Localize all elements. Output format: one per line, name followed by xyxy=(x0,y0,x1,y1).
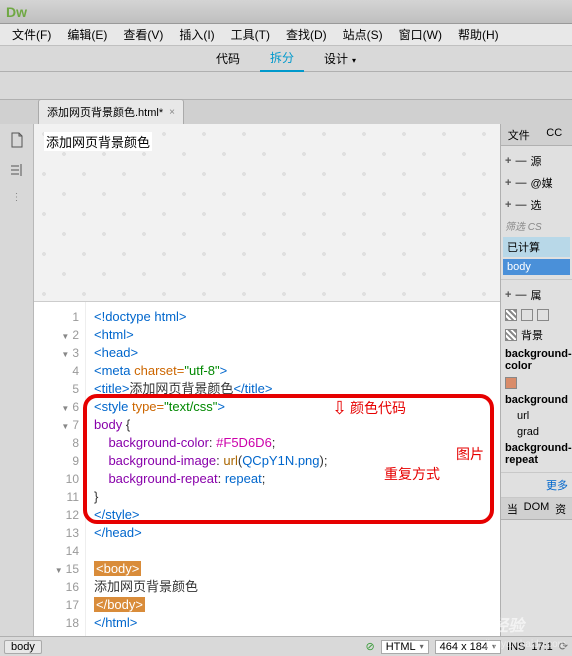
menu-file[interactable]: 文件(F) xyxy=(4,24,59,45)
sb-ins[interactable]: INS xyxy=(507,641,525,653)
bottom-panel-tabs: 当 DOM 资 xyxy=(501,498,572,520)
menu-window[interactable]: 窗口(W) xyxy=(391,24,450,45)
sb-dims-select[interactable]: 464 x 184 xyxy=(435,640,501,654)
prop-bgrepeat[interactable]: background-repeat xyxy=(503,440,570,468)
statusbar: body ⊘ HTML 464 x 184 INS 17:1 ⟳ xyxy=(0,636,572,656)
live-preview[interactable]: 添加网页背景颜色 xyxy=(34,124,500,302)
code-line[interactable]: background-image: url(QCpY1N.png); xyxy=(94,452,500,470)
preview-text: 添加网页背景颜色 xyxy=(44,132,152,151)
bg-row[interactable]: 背景 xyxy=(503,324,570,346)
code-line[interactable]: background-color: #F5D6D6; xyxy=(94,434,500,452)
tab-cc[interactable]: CC xyxy=(537,124,572,145)
btab-current[interactable]: 当 xyxy=(501,498,524,519)
code-line[interactable]: <head> xyxy=(94,344,500,362)
settings-icon[interactable] xyxy=(9,162,25,178)
swatch-hatch-icon[interactable] xyxy=(505,309,517,321)
code-line[interactable]: </html> xyxy=(94,614,500,632)
code-line[interactable]: <!doctype html> xyxy=(94,308,500,326)
code-line[interactable]: <style type="text/css"> xyxy=(94,398,500,416)
filter-label: 筛选 CS xyxy=(503,216,570,235)
swatch-empty-icon[interactable] xyxy=(537,309,549,321)
panel-row-select[interactable]: +—选 xyxy=(503,194,570,216)
code-line[interactable]: <body> xyxy=(94,560,500,578)
editor-area: 添加网页背景颜色 123456789101112131415161718 ⇩ 颜… xyxy=(34,124,500,636)
code-line[interactable]: <meta charset="utf-8"> xyxy=(94,362,500,380)
code-line[interactable]: <html> xyxy=(94,326,500,344)
panel-row-media[interactable]: +—@媒 xyxy=(503,172,570,194)
body-selector[interactable]: body xyxy=(503,259,570,275)
code-line[interactable]: background-repeat: repeat; xyxy=(94,470,500,488)
code-line[interactable]: </style> xyxy=(94,506,500,524)
tab-area: 添加网页背景颜色.html* × xyxy=(0,100,572,124)
rail-dots[interactable]: ⋮ xyxy=(12,192,22,203)
panel-row-source[interactable]: +—源 xyxy=(503,150,570,172)
titlebar: Dw xyxy=(0,0,572,24)
code-line[interactable]: } xyxy=(94,488,500,506)
sb-element-tag[interactable]: body xyxy=(4,640,42,654)
computed-label[interactable]: 已计算 xyxy=(503,237,570,257)
menu-view[interactable]: 查看(V) xyxy=(115,24,171,45)
prop-grad[interactable]: grad xyxy=(503,424,570,440)
app-logo: Dw xyxy=(6,4,27,20)
prop-url[interactable]: url xyxy=(503,408,570,424)
panel-tabs: 文件 CC xyxy=(501,124,572,146)
check-icon[interactable]: ⊘ xyxy=(365,640,374,653)
code-lines[interactable]: ⇩ 颜色代码 图片 重复方式 <!doctype html><html><hea… xyxy=(86,302,500,636)
line-gutter: 123456789101112131415161718 xyxy=(34,302,86,636)
sync-icon[interactable]: ⟳ xyxy=(559,640,568,653)
close-icon[interactable]: × xyxy=(169,107,175,118)
view-code[interactable]: 代码 xyxy=(206,46,250,71)
sb-cursor-pos: 17:1 xyxy=(531,641,552,653)
view-design[interactable]: 设计 xyxy=(314,46,366,71)
code-line[interactable]: <title>添加网页背景颜色</title> xyxy=(94,380,500,398)
plus-icon: + xyxy=(505,177,511,189)
code-line[interactable]: </head> xyxy=(94,524,500,542)
menu-find[interactable]: 查找(D) xyxy=(278,24,335,45)
tab-files[interactable]: 文件 xyxy=(501,124,537,145)
viewbar: 代码 拆分 设计 xyxy=(0,46,572,72)
more-link[interactable]: 更多 xyxy=(546,480,568,492)
code-line[interactable] xyxy=(94,542,500,560)
file-icon[interactable] xyxy=(9,132,25,148)
toolbar xyxy=(0,72,572,100)
plus-icon: + xyxy=(505,199,511,211)
menu-tools[interactable]: 工具(T) xyxy=(223,24,278,45)
plus-icon: + xyxy=(505,155,511,167)
sb-lang-select[interactable]: HTML xyxy=(381,640,429,654)
menu-help[interactable]: 帮助(H) xyxy=(450,24,507,45)
right-panel: 文件 CC +—源 +—@媒 +—选 筛选 CS 已计算 body +—属 背景… xyxy=(500,124,572,636)
left-tool-rail: ⋮ xyxy=(0,124,34,636)
menu-insert[interactable]: 插入(I) xyxy=(171,24,222,45)
menu-site[interactable]: 站点(S) xyxy=(335,24,391,45)
prop-bgcolor[interactable]: background-color xyxy=(503,346,570,374)
swatch-icon xyxy=(505,329,517,341)
props-header: +—属 xyxy=(503,284,570,306)
code-view[interactable]: 123456789101112131415161718 ⇩ 颜色代码 图片 重复… xyxy=(34,302,500,636)
swatch-empty-icon[interactable] xyxy=(521,309,533,321)
code-line[interactable]: 添加网页背景颜色 xyxy=(94,578,500,596)
code-line[interactable]: body { xyxy=(94,416,500,434)
menu-edit[interactable]: 编辑(E) xyxy=(59,24,115,45)
menubar: 文件(F) 编辑(E) 查看(V) 插入(I) 工具(T) 查找(D) 站点(S… xyxy=(0,24,572,46)
view-split[interactable]: 拆分 xyxy=(260,45,304,72)
swatch-row xyxy=(503,306,570,324)
file-tab[interactable]: 添加网页背景颜色.html* × xyxy=(38,99,184,124)
btab-assets[interactable]: 资 xyxy=(549,498,572,519)
tab-label: 添加网页背景颜色.html* xyxy=(47,104,163,120)
color-swatch-icon[interactable] xyxy=(505,377,517,389)
prop-bg[interactable]: background xyxy=(503,392,570,408)
btab-dom[interactable]: DOM xyxy=(524,498,550,519)
code-line[interactable]: </body> xyxy=(94,596,500,614)
